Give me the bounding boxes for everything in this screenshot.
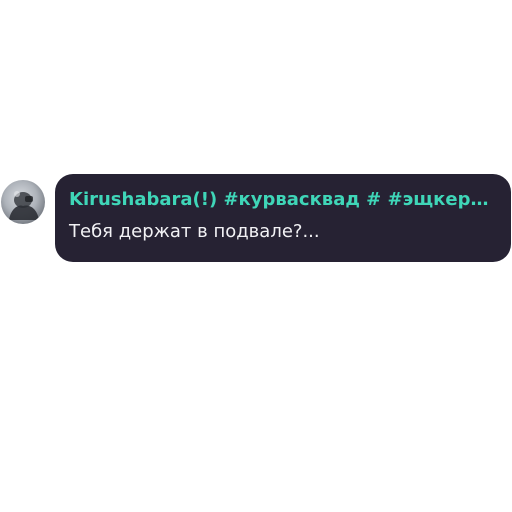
author-name[interactable]: Kirushabara(!) #курвасквад # #эщкере #..… xyxy=(69,188,499,212)
chat-message: Kirushabara(!) #курвасквад # #эщкере #..… xyxy=(0,0,512,512)
message-bubble: Kirushabara(!) #курвасквад # #эщкере #..… xyxy=(55,174,511,262)
avatar-photo xyxy=(9,191,39,220)
message-text: Тебя держат в подвале?... xyxy=(69,221,320,242)
avatar[interactable] xyxy=(1,180,45,224)
